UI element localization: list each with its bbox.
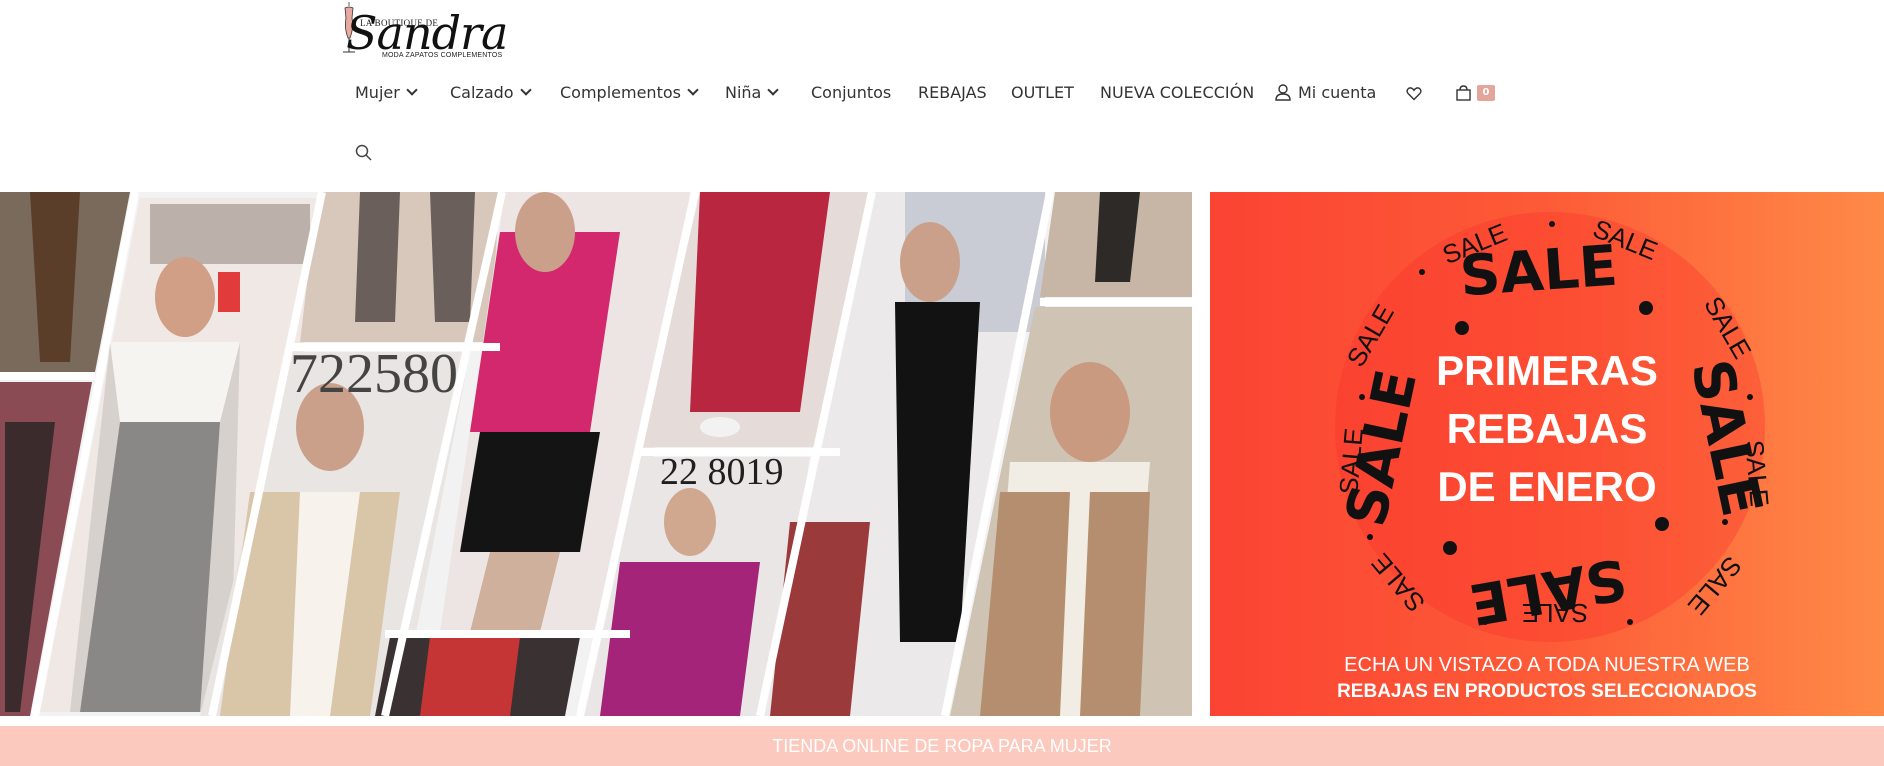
chevron-down-icon <box>687 84 699 96</box>
nav-item-label: Conjuntos <box>811 83 892 102</box>
nav-item-rebajas[interactable]: REBAJAS <box>918 78 987 108</box>
account-label: Mi cuenta <box>1298 83 1377 102</box>
logo-script-name: Sandra <box>346 6 508 60</box>
site-logo[interactable]: LA BOUTIQUE DE Sandra MODA ZAPATOS COMPL… <box>338 0 508 66</box>
nav-item-calzado[interactable]: Calzado <box>450 78 532 108</box>
nav-item-mujer[interactable]: Mujer <box>355 78 418 108</box>
heart-icon <box>1406 86 1422 100</box>
nav-item-label: Complementos <box>560 83 681 102</box>
tagline-text: TIENDA ONLINE DE ROPA PARA MUJER <box>772 736 1112 756</box>
collage-number-2: 22 8019 <box>660 451 784 493</box>
nav-item-nueva-coleccion[interactable]: NUEVA COLECCIÓN <box>1100 78 1254 108</box>
chevron-down-icon <box>767 84 780 96</box>
collage-number-1: 722580 <box>290 343 458 405</box>
sale-text-small: SALE <box>1522 598 1589 628</box>
headline-line-1: PRIMERAS <box>1436 347 1658 394</box>
logo-tagline: MODA ZAPATOS COMPLEMENTOS <box>382 52 503 59</box>
headline-line-3: DE ENERO <box>1437 463 1657 510</box>
nav-item-label: Niña <box>725 83 762 102</box>
user-icon <box>1275 84 1291 101</box>
nav-item-conjuntos[interactable]: Conjuntos <box>811 78 891 108</box>
nav-item-outlet[interactable]: OUTLET <box>1011 78 1074 108</box>
nav-item-label: Calzado <box>450 83 514 102</box>
chevron-down-icon <box>406 84 418 96</box>
account-link[interactable]: Mi cuenta <box>1274 78 1376 108</box>
sale-headline: PRIMERAS REBAJAS DE ENERO <box>1210 342 1884 516</box>
sale-subline-1: ECHA UN VISTAZO A TODA NUESTRA WEB <box>1344 654 1750 676</box>
search-icon[interactable] <box>354 143 374 163</box>
nav-item-complementos[interactable]: Complementos <box>560 78 699 108</box>
cart-link[interactable]: 0 <box>1456 78 1495 108</box>
nav-item-label: REBAJAS <box>918 83 987 102</box>
sale-banner[interactable]: SALE SALE SALE SALE SALE SALE SALE SALE … <box>1210 192 1884 716</box>
headline-line-2: REBAJAS <box>1446 405 1648 452</box>
nav-item-nina[interactable]: Niña <box>725 78 780 108</box>
cart-icon <box>1456 85 1471 101</box>
chevron-down-icon <box>519 84 532 96</box>
sale-subline-2: REBAJAS EN PRODUCTOS SELECCIONADOS <box>1337 681 1757 702</box>
wishlist-link[interactable] <box>1406 78 1422 108</box>
nav-item-label: OUTLET <box>1011 83 1074 102</box>
main-navigation: Mujer Calzado Complementos Niña Conjunto… <box>0 78 1884 108</box>
nav-item-label: Mujer <box>355 83 400 102</box>
nav-item-label: NUEVA COLECCIÓN <box>1100 83 1255 102</box>
cart-count-badge: 0 <box>1477 85 1495 101</box>
hero-collage-banner[interactable]: 22 8019 722580 <box>0 192 1192 716</box>
collage-image: 22 8019 722580 <box>0 192 1192 716</box>
tagline-bar: TIENDA ONLINE DE ROPA PARA MUJER <box>0 726 1884 766</box>
